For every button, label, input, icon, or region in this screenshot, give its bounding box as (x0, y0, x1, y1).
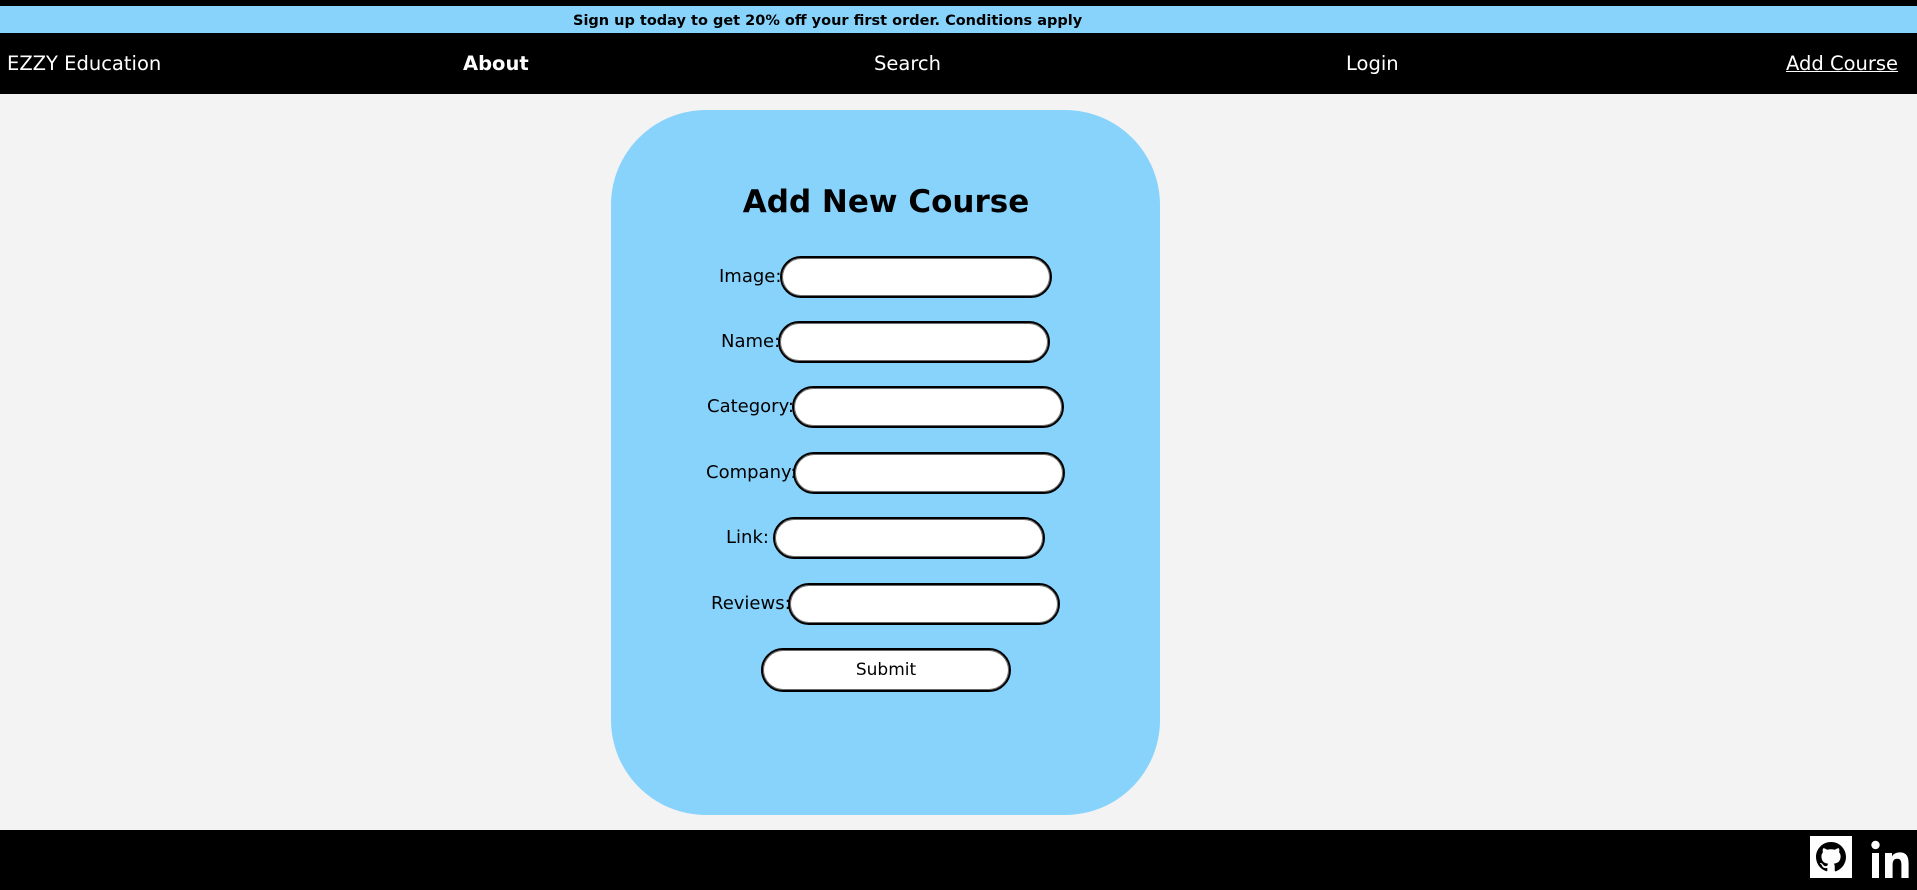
linkedin-icon[interactable] (1869, 836, 1917, 884)
link-input[interactable] (773, 517, 1045, 559)
reviews-input[interactable] (788, 583, 1060, 625)
name-label: Name: (721, 331, 781, 352)
promo-banner: Sign up today to get 20% off your first … (0, 3, 1917, 33)
brand-link[interactable]: EZZY Education (7, 33, 161, 95)
nav-login[interactable]: Login (1346, 33, 1399, 95)
image-input[interactable] (780, 256, 1052, 298)
footer (0, 830, 1917, 890)
github-icon[interactable] (1810, 836, 1852, 878)
navbar: EZZY Education About Search Login Add Co… (0, 33, 1917, 94)
nav-add-course[interactable]: Add Course (1786, 33, 1898, 95)
name-input[interactable] (778, 321, 1050, 363)
nav-about[interactable]: About (463, 33, 529, 95)
promo-text: Sign up today to get 20% off your first … (573, 13, 1083, 29)
company-label: Company: (706, 462, 797, 483)
category-input[interactable] (792, 386, 1064, 428)
category-label: Category: (707, 396, 794, 417)
image-label: Image: (719, 266, 782, 287)
form-title: Add New Course (742, 184, 1030, 220)
reviews-label: Reviews: (711, 593, 791, 614)
github-icon-svg (1810, 836, 1852, 878)
nav-search[interactable]: Search (874, 33, 941, 95)
submit-button[interactable]: Submit (761, 648, 1011, 692)
linkedin-icon-svg (1871, 840, 1909, 878)
company-input[interactable] (793, 452, 1065, 494)
link-label: Link: (726, 527, 769, 548)
